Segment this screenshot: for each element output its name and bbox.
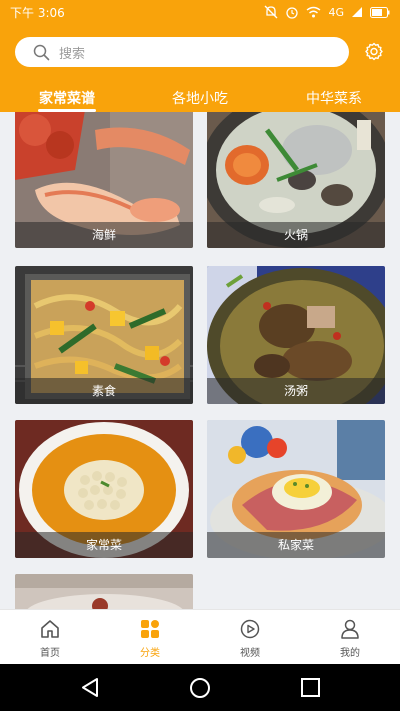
mute-bell-icon — [265, 5, 278, 19]
category-card-homestyle[interactable]: 家常菜 — [15, 420, 193, 558]
status-icons: 4G — [264, 5, 390, 19]
category-card-seafood[interactable]: 海鲜 — [15, 112, 193, 248]
wifi-icon — [307, 6, 321, 18]
alarm-icon — [286, 7, 299, 19]
home-circle-icon[interactable] — [189, 677, 211, 699]
search-input[interactable]: 搜索 — [15, 37, 349, 67]
nav-label: 分类 — [140, 648, 160, 659]
category-icon — [141, 620, 159, 638]
category-label: 海鲜 — [15, 222, 193, 248]
nav-video[interactable]: 视频 — [200, 610, 300, 664]
category-grid: 海鲜 火锅 素食 汤粥 家常菜 私家菜 — [0, 112, 400, 609]
signal-icon — [352, 7, 362, 17]
category-label: 家常菜 — [15, 532, 193, 558]
bottom-nav: 首页 分类 视频 我的 — [0, 609, 400, 664]
recents-icon[interactable] — [301, 678, 320, 697]
tab-local-snacks[interactable]: 各地小吃 — [145, 88, 255, 108]
status-bar: 下午 3:06 4G — [0, 0, 400, 24]
search-placeholder: 搜索 — [59, 46, 86, 62]
nav-label: 视频 — [240, 648, 260, 659]
category-card-hotpot[interactable]: 火锅 — [207, 112, 385, 248]
category-label: 汤粥 — [207, 378, 385, 404]
user-icon — [341, 619, 359, 639]
category-tabs: 家常菜谱 各地小吃 中华菜系 — [0, 82, 400, 112]
nav-home[interactable]: 首页 — [0, 610, 100, 664]
partial-photo — [15, 574, 193, 609]
status-time: 下午 3:06 — [10, 5, 65, 20]
category-label: 私家菜 — [207, 532, 385, 558]
nav-category[interactable]: 分类 — [100, 610, 200, 664]
tab-home-recipes[interactable]: 家常菜谱 — [12, 88, 122, 108]
category-card-partial[interactable] — [15, 574, 193, 609]
category-label: 火锅 — [207, 222, 385, 248]
battery-icon — [370, 6, 390, 18]
nav-label: 我的 — [340, 648, 360, 659]
category-card-vegetarian[interactable]: 素食 — [15, 266, 193, 404]
network-type: 4G — [328, 5, 344, 19]
search-icon — [33, 44, 50, 60]
tab-chinese-cuisines[interactable]: 中华菜系 — [279, 88, 389, 108]
category-label: 素食 — [15, 378, 193, 404]
system-nav-bar — [0, 664, 400, 711]
nav-label: 首页 — [40, 648, 60, 659]
header: 搜索 家常菜谱 各地小吃 中华菜系 — [0, 24, 400, 112]
back-icon[interactable] — [80, 677, 100, 698]
category-card-soup[interactable]: 汤粥 — [207, 266, 385, 404]
home-icon — [41, 620, 59, 638]
gear-icon[interactable] — [364, 42, 384, 62]
video-icon — [240, 619, 260, 639]
category-card-private-kitchen[interactable]: 私家菜 — [207, 420, 385, 558]
nav-profile[interactable]: 我的 — [300, 610, 400, 664]
